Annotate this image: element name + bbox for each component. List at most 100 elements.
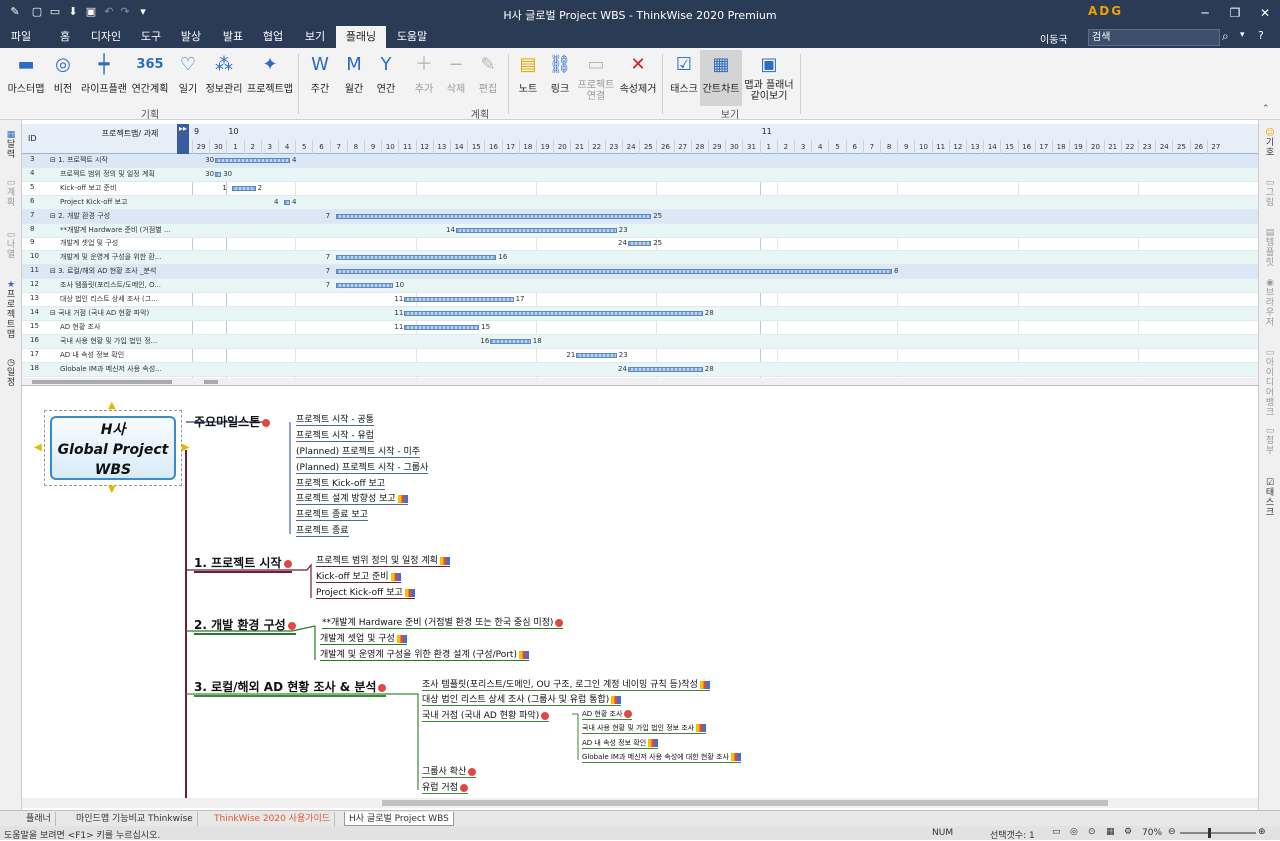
milestone-item[interactable]: 프로젝트 종료 <box>296 523 349 537</box>
branch-3-item[interactable]: 조사 템플릿(포리스트/도메인, OU 구조, 로그인 계정 네이밍 규칙 등)… <box>422 677 710 691</box>
monthly-button[interactable]: M 월간 <box>340 52 368 95</box>
gantt-bar[interactable] <box>335 269 892 275</box>
search-input[interactable]: 검색 <box>1088 29 1220 46</box>
sidebar-tab-tasks[interactable]: ☑ 태스크 <box>1262 478 1278 518</box>
remove-attribute-button[interactable]: ✕ 속성제거 <box>618 52 658 95</box>
doc-tab-user-guide[interactable]: ThinkWise 2020 사용가이드 <box>210 812 336 826</box>
user-name[interactable]: 이동국 <box>1040 31 1068 46</box>
milestone-item[interactable]: (Planned) 프로젝트 시작 - 그룹사 <box>296 460 429 474</box>
gantt-row[interactable]: 16 국내 사용 현황 및 가입 법인 정... 16 18 <box>22 334 1258 349</box>
gantt-row[interactable]: 14 ⊟ 국내 거점 (국내 AD 현황 파악) 11 28 <box>22 306 1258 321</box>
tab-ideation[interactable]: 발상 <box>176 26 206 48</box>
weekly-button[interactable]: W 주간 <box>306 52 334 95</box>
milestone-item[interactable]: 프로젝트 설계 방향성 보고 <box>296 491 408 505</box>
master-map-button[interactable]: ▬ 마스터맵 <box>4 52 48 95</box>
sidebar-tab-project-map[interactable]: ★ 프로젝트맵 <box>3 280 19 340</box>
branch-1-item[interactable]: Kick-off 보고 준비 <box>316 569 401 583</box>
milestone-item[interactable]: 프로젝트 종료 보고 <box>296 507 368 521</box>
expand-timeline-icon[interactable]: ▸▸ <box>177 124 189 154</box>
sidebar-tab-images[interactable]: ▭ 그림 <box>1262 178 1278 208</box>
branch-milestones[interactable]: 주요마일스톤 <box>194 413 271 430</box>
gantt-scroll-thumb-left[interactable] <box>32 380 172 384</box>
handle-left-icon[interactable]: ◀ <box>34 442 42 453</box>
yearly-button[interactable]: Y 연간 <box>372 52 400 95</box>
zoom-slider-thumb[interactable] <box>1208 828 1211 838</box>
gantt-row[interactable]: 15 AD 현황 조사 11 15 <box>22 321 1258 335</box>
edit-button[interactable]: ✎ 편집 <box>474 52 502 95</box>
branch-3-subitem[interactable]: AD 현황 조사 <box>582 709 633 720</box>
branch-3-subitem[interactable]: AD 내 속성 정보 확인 <box>582 738 659 749</box>
gantt-bar[interactable] <box>335 255 497 261</box>
tab-help[interactable]: 도움말 <box>392 26 432 48</box>
gantt-row[interactable]: 3 ⊟ 1. 프로젝트 시작 30 4 <box>22 154 1258 168</box>
tab-collaboration[interactable]: 협업 <box>258 26 288 48</box>
gantt-row[interactable]: 5 Kick-off 보고 준비 1 2 <box>22 182 1258 196</box>
close-icon[interactable]: ✕ <box>1250 3 1280 23</box>
milestone-item[interactable]: 프로젝트 시작 - 유럽 <box>296 428 375 442</box>
branch-project-start[interactable]: 1. 프로젝트 시작 <box>194 554 292 573</box>
diary-button[interactable]: ♡ 일기 <box>174 52 202 95</box>
branch-ad-survey[interactable]: 3. 로컬/해외 AD 현황 조사 & 분석 <box>194 678 387 697</box>
help-icon[interactable]: ? <box>1258 29 1264 42</box>
vision-button[interactable]: ◎ 비전 <box>48 52 78 95</box>
tab-home[interactable]: 홈 <box>52 26 78 48</box>
gantt-bar[interactable] <box>232 185 256 191</box>
tab-file[interactable]: 파일 <box>4 26 38 48</box>
gantt-bar[interactable] <box>404 310 703 316</box>
doc-tab-mindmap-compare[interactable]: 마인드맵 기능비교 Thinkwise <box>72 812 198 826</box>
tab-tools[interactable]: 도구 <box>136 26 166 48</box>
sidebar-tab-schedule[interactable]: ◷ 일정 <box>3 358 19 388</box>
milestone-item[interactable]: (Planned) 프로젝트 시작 - 미주 <box>296 444 421 458</box>
project-map-button[interactable]: ✦ 프로젝트맵 <box>246 52 294 95</box>
zoom-in-icon[interactable]: ⊕ <box>1258 827 1266 837</box>
zoom-slider[interactable] <box>1180 832 1256 834</box>
branch-2-item[interactable]: **개발계 Hardware 준비 (거점별 환경 또는 한국 중심 미정) <box>322 615 564 629</box>
branch-2-item[interactable]: 개발계 및 운영계 구성을 위한 환경 설계 (구성/Port) <box>320 647 529 661</box>
sidebar-tab-attachments[interactable]: ▭ 첨부 <box>1262 426 1278 456</box>
milestone-item[interactable]: 프로젝트 Kick-off 보고 <box>296 476 386 490</box>
gantt-bar[interactable] <box>490 338 531 344</box>
doc-tab-planner[interactable]: 플래너 <box>22 812 56 826</box>
gantt-chart-button[interactable]: ▦ 간트차트 <box>700 50 742 106</box>
fit-icon[interactable]: ▭ <box>1052 827 1061 837</box>
delete-button[interactable]: − 삭제 <box>442 52 470 95</box>
branch-3-item[interactable]: 대상 법인 리스트 상세 조사 (그룹사 및 유럽 통합) <box>422 692 622 706</box>
maximize-icon[interactable]: ❐ <box>1220 3 1250 23</box>
info-manage-button[interactable]: ⁂ 정보관리 <box>204 52 244 95</box>
branch-3-subitem[interactable]: Globale IM과 메신저 사용 속성에 대한 현황 조사 <box>582 752 741 763</box>
sidebar-tab-idea-bank[interactable]: ▭ 아이디어뱅크 <box>1262 348 1278 418</box>
branch-1-item[interactable]: 프로젝트 범위 정의 및 일정 계획 <box>316 553 450 567</box>
zoom-out-icon[interactable]: ⊖ <box>1168 827 1176 837</box>
search-dropdown-icon[interactable]: ▾ <box>1240 30 1245 40</box>
branch-dev-env[interactable]: 2. 개발 환경 구성 <box>194 616 296 635</box>
gantt-bar[interactable] <box>215 158 290 163</box>
sidebar-tab-calendar[interactable]: ▦ 달력 <box>3 130 19 160</box>
branch-2-item[interactable]: 개발계 셋업 및 구성 <box>320 631 407 645</box>
gantt-row[interactable]: 13 대상 법인 리스트 상세 조사 (그... 11 17 <box>22 293 1258 307</box>
branch-3-item[interactable]: 유럽 거점 <box>422 780 468 794</box>
branch-1-item[interactable]: Project Kick-off 보고 <box>316 585 415 599</box>
gantt-bar[interactable] <box>404 324 480 330</box>
mindmap-scroll-thumb[interactable] <box>382 800 1108 806</box>
settings-icon[interactable]: ⚙ <box>1124 827 1132 837</box>
annual-plan-button[interactable]: 365 연간계획 <box>128 52 172 95</box>
gantt-bar[interactable] <box>215 171 222 177</box>
doc-tab-wbs[interactable]: H사 글로벌 Project WBS <box>344 812 454 826</box>
gantt-bar[interactable] <box>335 283 394 289</box>
gantt-row[interactable]: 17 AD 내 속성 정보 확인 21 23 <box>22 349 1258 363</box>
sidebar-tab-list[interactable]: ▭ 나열 <box>3 230 19 260</box>
add-button[interactable]: ＋ 추가 <box>410 52 438 95</box>
gantt-bar[interactable] <box>404 297 514 302</box>
branch-3-item[interactable]: 그룹사 확산 <box>422 764 477 778</box>
map-planner-view-button[interactable]: ▣ 맵과 플래너 같이보기 <box>742 52 796 102</box>
tab-design[interactable]: 디자인 <box>88 26 124 48</box>
gantt-row[interactable]: 6 Project Kick-off 보고 4 4 <box>22 195 1258 210</box>
gantt-row[interactable]: 18 Globale IM과 메신저 사용 속성... 24 28 <box>22 362 1258 377</box>
gantt-scroll-thumb-right[interactable] <box>204 380 218 384</box>
gantt-row[interactable]: 8 **개발계 Hardware 준비 (거점별 ... 14 23 <box>22 223 1258 238</box>
gantt-bar[interactable] <box>456 227 617 233</box>
gantt-row[interactable]: 10 개발계 및 운영계 구성을 위한 환... 7 16 <box>22 251 1258 266</box>
gantt-bar[interactable] <box>628 241 652 247</box>
branch-3-subitem[interactable]: 국내 사용 현황 및 가입 법인 정보 조사 <box>582 723 707 734</box>
project-link-button[interactable]: ▭ 프로젝트 연결 <box>576 52 616 102</box>
